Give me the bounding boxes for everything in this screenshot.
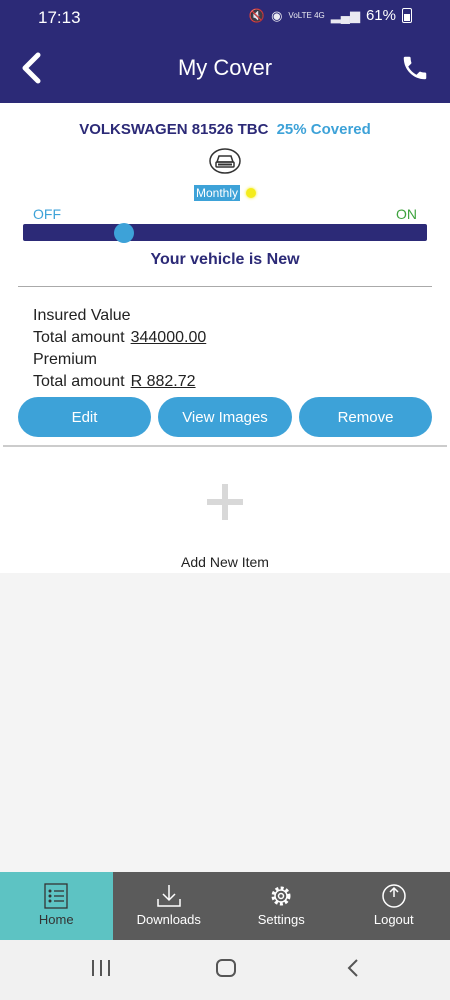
nav-label: Home: [38, 912, 74, 927]
app-header: My Cover: [0, 33, 450, 103]
edit-button[interactable]: Edit: [18, 397, 151, 437]
phone-icon[interactable]: [400, 53, 430, 83]
vehicle-status: Your vehicle is New: [150, 251, 300, 268]
divider: [3, 445, 447, 447]
premium-amount: R 882.72: [130, 373, 196, 390]
add-icon[interactable]: [207, 484, 243, 520]
premium-amount-label: Total amount: [33, 373, 125, 390]
frequency-label: Monthly: [193, 185, 241, 201]
view-images-button[interactable]: View Images: [158, 397, 292, 437]
recent-apps-icon[interactable]: [90, 958, 112, 978]
car-icon: [209, 148, 241, 174]
remove-button[interactable]: Remove: [299, 397, 432, 437]
battery-icon: [402, 8, 412, 23]
indicator-dot: [246, 187, 257, 198]
nav-logout[interactable]: Logout: [338, 872, 450, 940]
premium-amount-row: Total amount R 882.72: [33, 371, 206, 393]
add-new-item-label[interactable]: Add New Item: [0, 554, 450, 570]
mute-icon: 🔇: [248, 7, 266, 23]
status-bar: 17:13 🔇 ◉ VoLTE 4G ▂▄▆ 61%: [0, 0, 450, 33]
system-nav-bar: [0, 940, 450, 1000]
download-icon: [157, 885, 181, 907]
on-label: ON: [396, 206, 417, 222]
divider: [18, 286, 432, 287]
nav-home[interactable]: Home: [0, 872, 113, 940]
nav-label: Downloads: [136, 912, 201, 927]
status-icons: 🔇 ◉ VoLTE 4G ▂▄▆ 61%: [249, 7, 412, 24]
power-icon: [382, 884, 406, 908]
nav-settings[interactable]: Settings: [225, 872, 338, 940]
cover-card: VOLKSWAGEN 81526 TBC 25% Covered Monthly…: [0, 103, 450, 573]
nav-label: Logout: [373, 912, 414, 927]
nav-downloads[interactable]: Downloads: [113, 872, 226, 940]
page-title: My Cover: [177, 55, 273, 80]
insured-amount-label: Total amount: [33, 329, 125, 346]
insured-amount: 344000.00: [130, 329, 207, 346]
nav-label: Settings: [257, 912, 305, 927]
vehicle-name: VOLKSWAGEN 81526 TBC: [79, 121, 269, 138]
value-details: Insured Value Total amount 344000.00 Prem…: [33, 305, 206, 393]
home-icon[interactable]: [215, 958, 237, 978]
status-time: 17:13: [38, 8, 81, 27]
premium-label: Premium: [33, 351, 98, 368]
hotspot-icon: ◉: [271, 7, 283, 23]
network-type: VoLTE 4G: [288, 10, 325, 20]
frequency-row: Monthly: [0, 184, 450, 202]
bottom-nav: Home Downloads Settings Logout: [0, 872, 450, 940]
cover-slider-track[interactable]: [23, 223, 427, 243]
off-label: OFF: [33, 206, 61, 222]
battery-percent: 61%: [365, 7, 396, 24]
insured-value-label: Insured Value: [33, 307, 131, 324]
list-icon: [44, 883, 68, 909]
insured-amount-row: Total amount 344000.00: [33, 327, 206, 349]
vehicle-line: VOLKSWAGEN 81526 TBC 25% Covered: [0, 121, 450, 138]
cover-slider-thumb[interactable]: [114, 223, 134, 243]
coverage-percent: 25% Covered: [276, 121, 371, 138]
back-icon[interactable]: [345, 958, 361, 978]
gear-icon: [271, 886, 291, 906]
signal-icon: ▂▄▆: [330, 7, 360, 23]
